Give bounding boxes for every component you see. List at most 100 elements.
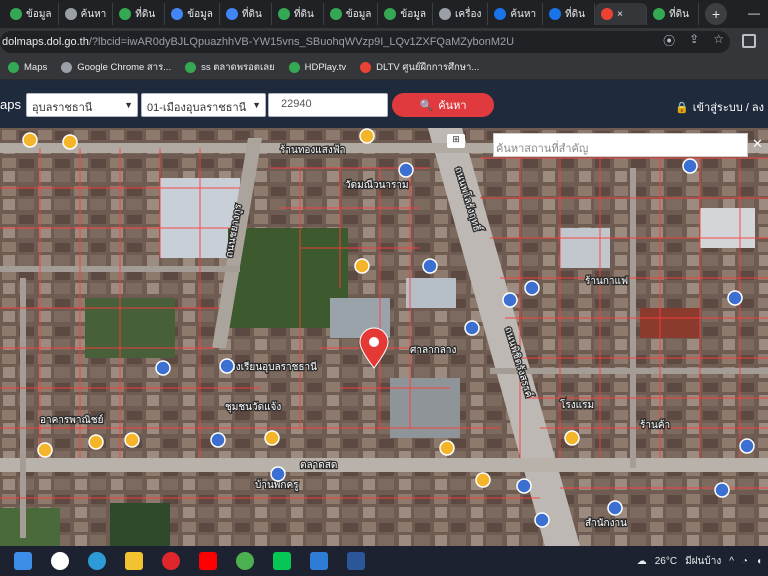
system-tray: ☁ 26°C มีฝนบ้าง ^ ◔ ◖ [637,554,762,569]
chrome-taskbar-button[interactable] [231,549,259,573]
tab-favicon-icon [64,8,77,20]
edge-taskbar-button[interactable] [83,549,111,573]
tab-label: ข้อมูล [187,8,213,20]
province-select[interactable]: อุบลราชธานี ▼ [26,93,138,117]
tray-chevron-icon[interactable]: ^ [729,556,734,567]
share-icon[interactable]: ⇪ [689,32,699,49]
parcel-number-value: 22940 [281,98,312,110]
start-taskbar-button[interactable] [9,549,37,573]
browser-tab[interactable]: ข้อมูล [324,3,379,25]
bookmark-label: HDPlay.tv [304,62,347,73]
poi-yellow-icon[interactable] [475,472,491,488]
poi-yellow-icon[interactable] [264,430,280,446]
tab-label: ที่ดิน [669,8,690,20]
poi-yellow-icon[interactable] [88,434,104,450]
map-view[interactable]: ถนนพโลรังฤทธิ์ ถนนชยางกูร ถนนพิชิตรังสรรค์… [0,128,768,546]
place-label: ชุมชนวัดแจ้ง [225,401,281,413]
poi-yellow-icon[interactable] [124,432,140,448]
poi-blue-icon[interactable] [739,438,755,454]
poi-blue-icon[interactable] [607,500,623,516]
poi-yellow-icon[interactable] [62,134,78,150]
tab-favicon-icon [10,8,22,20]
poi-blue-icon[interactable] [516,478,532,494]
file-explorer-taskbar-button[interactable] [120,549,148,573]
tab-favicon-icon [653,8,666,20]
volume-icon[interactable]: ◖ [756,556,762,567]
browser-tab[interactable]: ที่ดิน [647,3,700,25]
opera-icon [162,552,180,570]
bookmark-item[interactable]: Google Chrome สาร... [61,60,171,75]
url-host: dolmaps.dol.go.th [2,36,89,48]
poi-blue-icon[interactable] [464,320,480,336]
opera-taskbar-button[interactable] [157,549,185,573]
network-icon[interactable]: ◔ [742,556,748,567]
address-bar[interactable]: dolmaps.dol.go.th /?lbcid=iwAR0dyBJLQpua… [0,31,730,53]
temperature[interactable]: 26°C [655,556,677,567]
tab-label: × [617,8,623,20]
new-tab-button[interactable]: + [705,3,728,25]
search-taskbar-button[interactable] [46,549,74,573]
bookmark-item[interactable]: Maps [8,62,47,73]
browser-tab[interactable]: ข้อมูล [4,3,59,25]
browser-tab[interactable]: × [595,3,648,25]
poi-blue-icon[interactable] [422,258,438,274]
poi-blue-icon[interactable] [155,360,171,376]
browser-tab[interactable]: ที่ดิน [113,3,166,25]
poi-blue-icon[interactable] [219,358,235,374]
poi-yellow-icon[interactable] [439,440,455,456]
poi-blue-icon[interactable] [727,290,743,306]
poi-yellow-icon[interactable] [37,442,53,458]
bookmark-label: DLTV ศูนย์ฝึกการศึกษา... [376,62,480,73]
map-toggle-button[interactable]: ⊞ [447,134,465,148]
tab-label: ค้นหา [510,8,537,20]
tab-label: ข้อมูล [400,8,426,20]
bookmark-favicon-icon [360,62,372,73]
poi-yellow-icon[interactable] [22,132,38,148]
poi-yellow-icon[interactable] [564,430,580,446]
place-label: สำนักงาน [585,518,627,529]
browser-tab[interactable]: ค้นหา [488,3,544,25]
tab-label: ที่ดิน [565,8,586,20]
word-taskbar-button[interactable] [342,549,370,573]
poi-blue-icon[interactable] [714,482,730,498]
poi-blue-icon[interactable] [682,158,698,174]
youtube-icon [199,552,217,570]
minimize-button[interactable]: — [748,6,760,20]
parcel-number-input[interactable]: 22940 [268,93,388,117]
browser-tab[interactable]: ค้นหา [59,3,114,25]
poi-yellow-icon[interactable] [354,258,370,274]
browser-tab[interactable]: ข้อมูล [378,3,433,25]
browser-tab[interactable]: ข้อมูล [165,3,220,25]
poi-blue-icon[interactable] [524,280,540,296]
close-icon[interactable]: ✕ [752,136,763,152]
place-search-input[interactable]: ค้นหาสถานที่สำคัญ [493,133,748,157]
bookmark-item[interactable]: HDPlay.tv [288,62,347,73]
browser-tab[interactable]: ที่ดิน [543,3,596,25]
poi-blue-icon[interactable] [270,466,286,482]
poi-blue-icon[interactable] [210,432,226,448]
search-icon: 🔍 [419,99,434,112]
location-icon[interactable]: ⦿ [663,32,675,49]
poi-blue-icon[interactable] [398,162,414,178]
browser-tab[interactable]: ที่ดิน [220,3,272,25]
line-taskbar-button[interactable] [268,549,296,573]
browser-tab[interactable]: ที่ดิน [272,3,324,25]
satellite-map[interactable]: ถนนพโลรังฤทธิ์ถนนชยางกูรถนนพิชิตรังสรรค์… [0,128,768,546]
poi-blue-icon[interactable] [502,292,518,308]
browser-tab[interactable]: เครื่อง [433,3,489,25]
browser-menu-icon[interactable] [742,34,756,48]
tab-favicon-icon [494,8,507,20]
poi-blue-icon[interactable] [534,512,550,528]
district-select[interactable]: 01-เมืองอุบลราชธานี ▼ [141,93,266,117]
photos-taskbar-button[interactable] [305,549,333,573]
bookmark-star-icon[interactable]: ☆ [713,32,724,49]
login-link[interactable]: 🔒 เข้าสู่ระบบ / ลง [675,98,764,116]
lock-icon: 🔒 [675,101,689,114]
bookmark-item[interactable]: ss ตลาดพรอตเลย [185,60,275,75]
weather-text[interactable]: มีฝนบ้าง [685,554,721,569]
bookmark-label: ss ตลาดพรอตเลย [201,62,275,73]
bookmark-item[interactable]: DLTV ศูนย์ฝึกการศึกษา... [360,60,479,75]
poi-yellow-icon[interactable] [359,128,375,144]
search-button[interactable]: 🔍 ค้นหา [392,93,494,117]
youtube-taskbar-button[interactable] [194,549,222,573]
